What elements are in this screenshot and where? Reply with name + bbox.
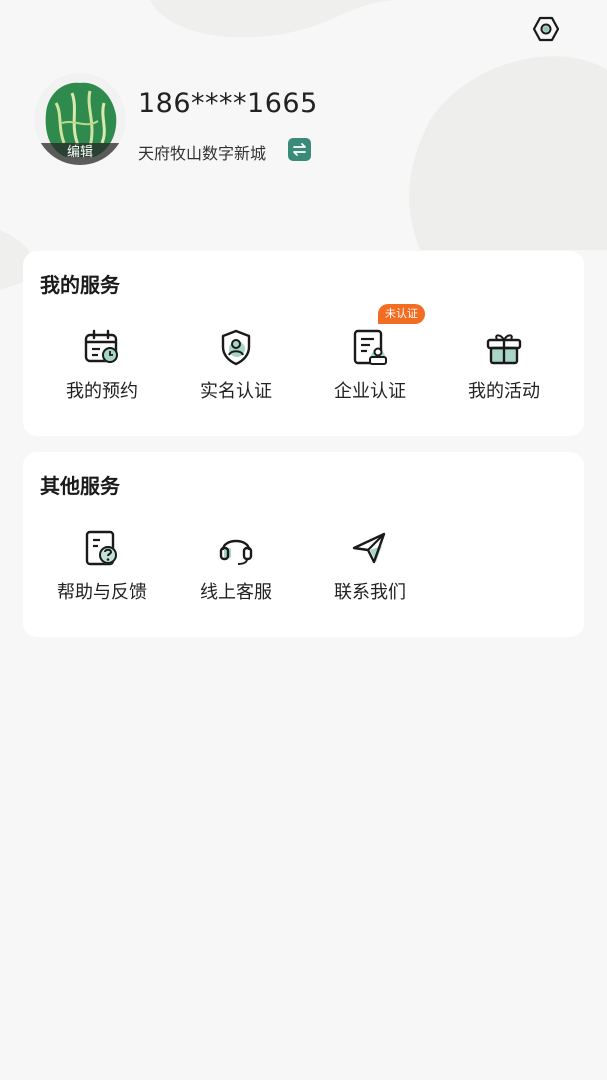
contact-us-label: 联系我们 [334,582,406,603]
contact-us-button[interactable]: 联系我们 [303,528,437,604]
enterprise-auth-label: 企业认证 [334,381,406,402]
location-name: 天府牧山数字新城 [138,144,267,163]
unverified-badge: 未认证 [378,304,425,324]
gift-icon [486,334,522,365]
my-services-title: 我的服务 [40,273,120,297]
phone-number: 186****1665 [138,88,318,119]
my-activities-button[interactable]: 我的活动 [437,327,571,403]
paper-plane-icon [352,532,386,564]
gear-icon [532,16,560,42]
swap-icon [293,143,306,156]
real-name-auth-button[interactable]: 实名认证 [169,327,303,403]
other-services-card: 其他服务 帮助与反馈 线上客服 联系我们 [23,452,584,637]
other-services-title: 其他服务 [40,474,120,498]
help-feedback-label: 帮助与反馈 [57,582,147,603]
online-support-label: 线上客服 [200,582,272,603]
calendar-clock-icon [84,329,118,363]
real-name-auth-label: 实名认证 [200,381,272,402]
my-activities-label: 我的活动 [468,381,540,402]
document-question-icon [85,530,117,566]
settings-button[interactable] [530,14,562,46]
my-services-card: 我的服务 我的预约 实名认证 企业认证 我的活动 [23,251,584,436]
my-appointments-button[interactable]: 我的预约 [35,327,169,403]
shield-user-icon [221,329,251,366]
avatar-edit-label[interactable]: 编辑 [34,143,126,165]
document-user-icon [353,329,387,365]
headset-icon [219,539,253,565]
avatar[interactable]: 编辑 [34,73,126,165]
my-appointments-label: 我的预约 [66,381,138,402]
online-support-button[interactable]: 线上客服 [169,528,303,604]
help-feedback-button[interactable]: 帮助与反馈 [35,528,169,604]
enterprise-auth-button[interactable]: 企业认证 [303,327,437,403]
switch-location-button[interactable] [288,138,311,161]
